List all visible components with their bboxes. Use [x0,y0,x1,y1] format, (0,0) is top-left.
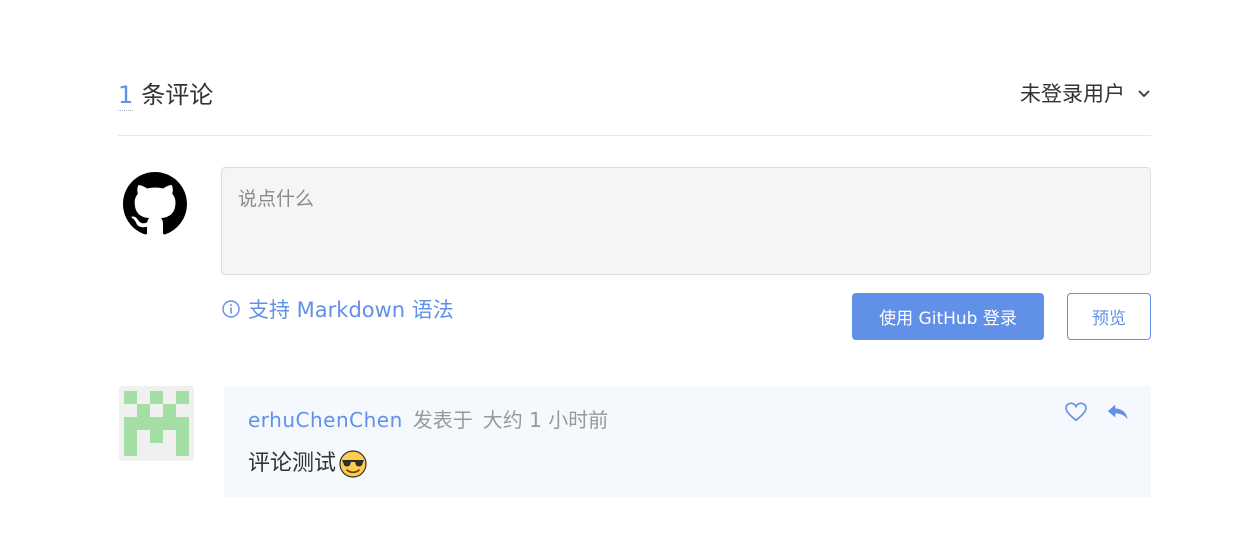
chevron-down-icon [1138,90,1150,98]
reply-icon [1107,404,1128,420]
comment-actions [1065,402,1129,422]
avatar[interactable] [119,386,194,461]
info-icon [222,300,240,318]
preview-button[interactable]: 预览 [1067,293,1151,340]
reply-button[interactable] [1107,402,1129,422]
comment-body: 评论测试 [248,448,368,480]
comment-count-number[interactable]: 1 [118,81,134,111]
comment-posted-label: 发表于 [412,408,473,432]
markdown-support-label: 支持 Markdown 语法 [248,298,454,322]
comments-header: 1 条评论 未登录用户 [118,76,1151,136]
comment-input[interactable] [221,167,1151,275]
comment-time: 大约 1 小时前 [482,408,609,432]
comment-count-title: 1 条评论 [118,80,214,111]
comment-count-label: 条评论 [141,81,214,109]
sunglasses-emoji-icon [339,450,367,478]
user-menu-label: 未登录用户 [1020,82,1125,106]
comment-author[interactable]: erhuChenChen [248,408,403,432]
markdown-support-link[interactable]: 支持 Markdown 语法 [222,294,454,324]
comment-meta: erhuChenChen 发表于 大约 1 小时前 [248,406,608,434]
user-menu-dropdown[interactable]: 未登录用户 [1020,80,1151,108]
comment-item: erhuChenChen 发表于 大约 1 小时前 评论测试 [224,386,1151,497]
heart-icon [1065,402,1087,422]
identicon-avatar [124,391,189,456]
like-button[interactable] [1065,402,1087,422]
github-icon [123,172,187,235]
comment-text: 评论测试 [248,451,337,476]
github-login-button[interactable]: 使用 GitHub 登录 [852,293,1044,340]
